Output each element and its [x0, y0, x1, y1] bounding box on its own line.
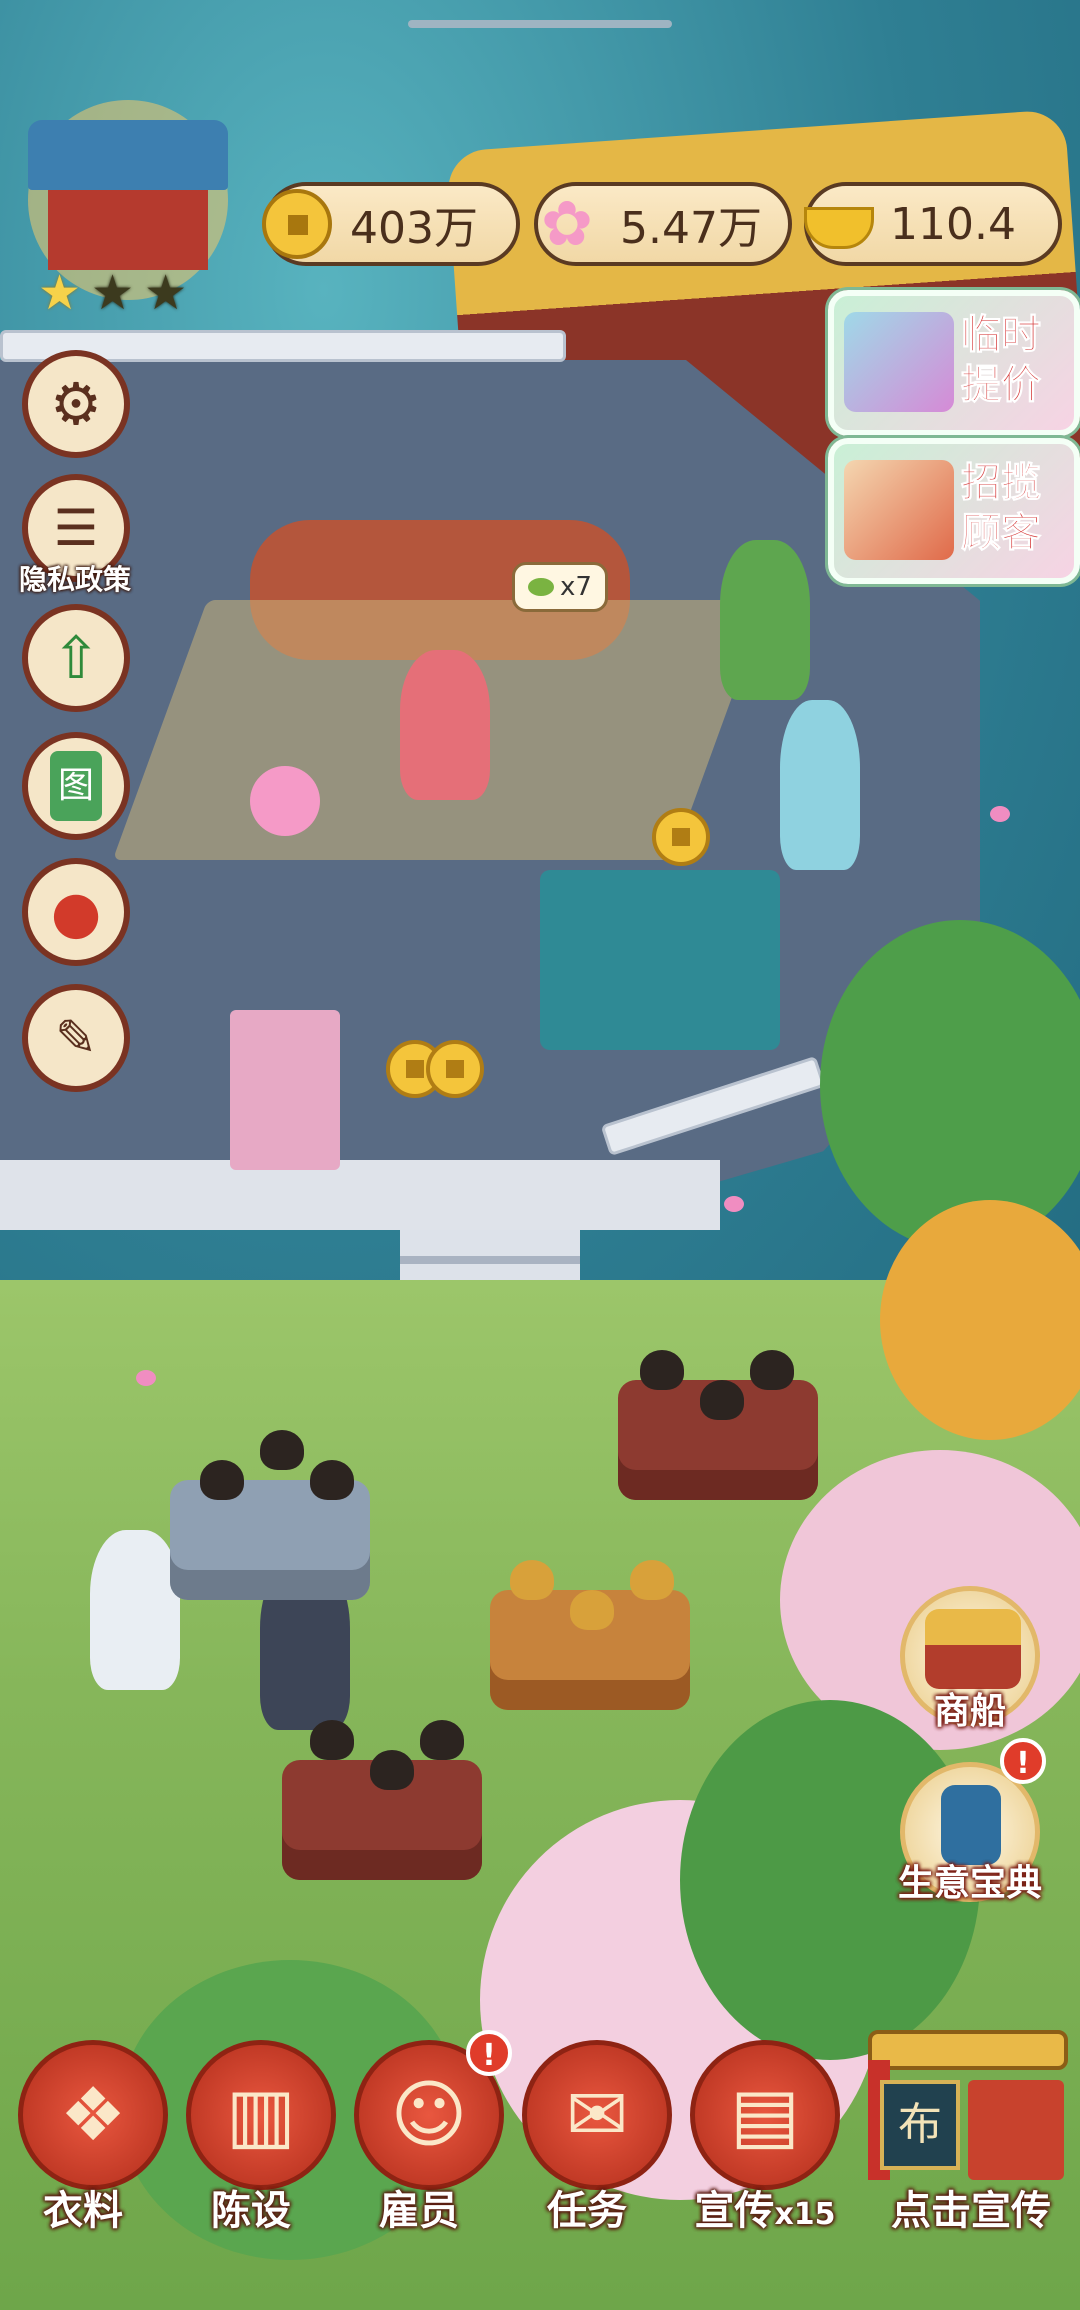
promote-count: x15: [774, 2197, 836, 2232]
loom-hut[interactable]: [540, 870, 780, 1050]
price-boost-card[interactable]: 临时提价: [828, 290, 1080, 436]
coin-pickup[interactable]: [652, 808, 710, 866]
brush-icon: ✎: [55, 1009, 97, 1067]
fabric-rack[interactable]: [230, 1010, 340, 1170]
kettle-icon: [200, 1460, 244, 1500]
staff-label: 雇员: [379, 2188, 459, 2234]
lotus-flower: [724, 1196, 744, 1212]
lucky-bag-icon: ●: [50, 878, 102, 946]
lotus-flower: [136, 1370, 156, 1386]
cloth-sign-icon: 布: [880, 2080, 960, 2170]
settings-button[interactable]: ⚙: [22, 350, 130, 458]
tasks-label: 任务: [547, 2188, 627, 2234]
order-count: x7: [560, 572, 592, 602]
star-icon: ★: [91, 265, 135, 321]
staff-alert-badge: !: [466, 2030, 512, 2076]
staff-face-icon: ☺: [390, 2072, 468, 2158]
guide-alert-badge: !: [1000, 1738, 1046, 1784]
tea-leaf-icon: [528, 578, 555, 596]
platform-edge: [0, 1160, 720, 1230]
gold-ingot-icon: [802, 189, 874, 259]
blossom-icon: ✿: [541, 187, 593, 260]
coin-value: 403万: [350, 203, 478, 254]
kettle-icon: [260, 1430, 304, 1470]
kettle-icon: [310, 1720, 354, 1760]
tasks-button[interactable]: ✉: [522, 2040, 672, 2190]
business-guide-label: 生意宝典: [897, 1863, 1042, 1904]
furnish-button[interactable]: ▥: [186, 2040, 336, 2190]
lotus-flower: [990, 806, 1010, 822]
fabric-label: 衣料: [43, 2188, 123, 2234]
furnish-label: 陈设: [211, 2188, 291, 2234]
coin-pickup[interactable]: [426, 1040, 484, 1098]
book-icon: [941, 1785, 1001, 1865]
kettle-icon: [370, 1750, 414, 1790]
ship-icon: [925, 1609, 1021, 1689]
kettle-icon: [700, 1380, 744, 1420]
attract-customers-label: 招揽顾客: [961, 459, 1042, 557]
coin-icon: [262, 189, 332, 259]
click-promote-label: 点击宣传: [891, 2188, 1051, 2234]
price-boost-label: 临时提价: [961, 311, 1042, 409]
shop-building-icon: [968, 2080, 1064, 2180]
gold-counter[interactable]: 110.4: [804, 182, 1062, 266]
click-promote-button[interactable]: 布: [868, 2020, 1068, 2180]
coin-counter[interactable]: 403万: [262, 182, 520, 266]
kettle-icon: [630, 1560, 674, 1600]
promote-label: 宣传x15: [670, 2178, 860, 2236]
merchant-npc[interactable]: [720, 540, 810, 700]
kettle-icon: [570, 1590, 614, 1630]
order-bubble[interactable]: x7: [512, 562, 608, 612]
blossom-pickup[interactable]: [250, 766, 320, 836]
promote-button[interactable]: ▤: [690, 2040, 840, 2190]
star-icon: ★: [144, 265, 188, 321]
house-arrow-icon: ⇧: [51, 624, 101, 692]
star-icon: ★: [38, 265, 82, 321]
gold-value: 110.4: [890, 198, 1016, 250]
scroll-icon: ✉: [565, 2072, 628, 2158]
banner-icon: ▤: [730, 2072, 800, 2158]
shop-rating: ★ ★ ★: [38, 268, 187, 318]
shop-pavilion-icon: [28, 100, 228, 300]
kettle-icon: [750, 1350, 794, 1390]
privacy-policy-label: 隐私政策: [18, 563, 131, 596]
cabinet-icon: ▥: [226, 2072, 296, 2158]
promote-text: 宣传: [694, 2188, 775, 2234]
kettle-icon: [510, 1560, 554, 1600]
merchant-ship-label: 商船: [933, 1691, 1006, 1732]
cook-npc[interactable]: [90, 1530, 180, 1690]
blossom-counter[interactable]: ✿ 5.47万: [534, 182, 792, 266]
customer-npc[interactable]: [780, 700, 860, 870]
fabric-button[interactable]: ❖: [18, 2040, 168, 2190]
document-icon: ☰: [53, 499, 99, 557]
upgrade-button[interactable]: ⇧: [22, 604, 130, 712]
blossom-value: 5.47万: [620, 203, 762, 254]
kettle-icon: [310, 1460, 354, 1500]
home-indicator: [408, 20, 672, 28]
gear-icon: ⚙: [50, 370, 102, 438]
kettle-icon: [420, 1720, 464, 1760]
gate-roof-icon: [868, 2030, 1068, 2070]
lucky-bag-button[interactable]: ●: [22, 858, 130, 966]
shop-owner[interactable]: [400, 650, 490, 800]
drummer-icon: [844, 460, 954, 560]
pinball-icon: [844, 312, 954, 412]
attract-customers-card[interactable]: 招揽顾客: [828, 438, 1080, 584]
decorate-button[interactable]: ✎: [22, 984, 130, 1092]
catalog-icon: 图: [49, 751, 102, 821]
catalog-button[interactable]: 图: [22, 732, 130, 840]
fabric-scroll-icon: ❖: [59, 2072, 127, 2158]
kettle-icon: [640, 1350, 684, 1390]
